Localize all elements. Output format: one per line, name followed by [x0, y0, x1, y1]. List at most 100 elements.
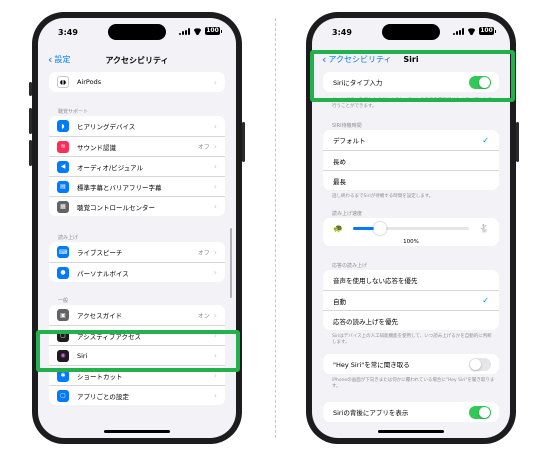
- airpods-group: ◖◗ AirPods ›: [49, 72, 225, 92]
- battery-level: 100: [206, 27, 219, 34]
- section-header-speaking-rate: 読み上げ速度: [332, 211, 363, 217]
- option-prefer-silent[interactable]: 音声を使用しない応答を優先: [323, 270, 499, 290]
- section-header-general: 一般: [58, 298, 69, 304]
- side-button: [242, 122, 245, 162]
- option-label: 自動: [333, 297, 346, 306]
- setting-hey-siri: "Hey Siri"を常に聞き取る: [323, 354, 499, 374]
- chevron-right-icon: ›: [213, 391, 217, 400]
- waveform-icon: ≋: [57, 140, 69, 153]
- phone-left: 3:49 100 ‹ 設定 アクセシビリティ ◖◗ AirPods › 聴覚サポー…: [29, 12, 245, 444]
- chevron-right-icon: ›: [213, 162, 217, 171]
- page-title: アクセシビリティ: [105, 56, 169, 65]
- highlight-type-to-siri: [310, 50, 515, 102]
- rabbit-icon: 🐇: [479, 224, 489, 233]
- section-header-speech: 読み上げ: [58, 235, 79, 241]
- hey-siri-toggle[interactable]: [469, 357, 491, 371]
- chevron-right-icon: ›: [213, 182, 217, 191]
- wifi-icon: [193, 28, 202, 35]
- list-item-label: AirPods: [77, 78, 102, 86]
- list-item-sound-recognition[interactable]: ≋ サウンド認識 オフ ›: [49, 136, 225, 156]
- option-default[interactable]: デフォルト ✓: [323, 130, 499, 150]
- checkmark-icon: ✓: [482, 296, 489, 305]
- turtle-icon: 🐢: [333, 224, 343, 233]
- list-item-value: オフ: [197, 249, 210, 257]
- setting-label: "Hey Siri"を常に聞き取る: [333, 361, 410, 369]
- list-item-label: 標準字幕とバリアフリー字幕: [77, 183, 162, 192]
- list-item-personal-voice[interactable]: ● パーソナルボイス ›: [49, 262, 225, 282]
- list-item-label: ライブスピーチ: [77, 249, 123, 257]
- section-header-responses: 応答の読み上げ: [332, 263, 368, 269]
- battery-icon: 100: [479, 27, 496, 35]
- speech-group: ⌨ ライブスピーチ オフ › ● パーソナルボイス ›: [49, 242, 225, 282]
- scroll-indicator[interactable]: [230, 228, 232, 298]
- action-button: [29, 82, 32, 96]
- home-indicator[interactable]: [104, 430, 170, 433]
- slider-thumb[interactable]: [373, 222, 387, 235]
- hey-siri-group: "Hey Siri"を常に聞き取る: [323, 354, 499, 374]
- section-header-pause-time: SIRI待機時間: [332, 123, 362, 129]
- lock-icon: ▣: [57, 309, 69, 321]
- hearing-group: ◗ ヒアリングデバイス › ≋ サウンド認識 オフ › ◀ オーディオ/ビジュア…: [49, 116, 225, 216]
- battery-icon: 100: [205, 27, 222, 35]
- pause-time-footer: 話し終わるまでSiriが待機する時間を設定します。: [332, 194, 434, 199]
- option-automatic[interactable]: 自動 ✓: [323, 290, 499, 310]
- list-item-hearing-devices[interactable]: ◗ ヒアリングデバイス ›: [49, 116, 225, 136]
- app-settings-icon: ▢: [57, 389, 69, 402]
- captions-icon: ▤: [57, 180, 69, 193]
- option-label: デフォルト: [333, 137, 366, 145]
- option-label: 音声を使用しない応答を優先: [333, 277, 418, 285]
- list-item-label: ヒアリングデバイス: [77, 123, 136, 131]
- chevron-right-icon: ›: [213, 121, 217, 131]
- list-item-label: オーディオ/ビジュアル: [77, 163, 144, 172]
- show-apps-toggle[interactable]: [469, 405, 491, 419]
- list-item-label: サウンド認識: [77, 143, 116, 152]
- list-item-label: アクセスガイド: [77, 312, 123, 320]
- chevron-right-icon: ›: [213, 202, 217, 211]
- status-time: 3:49: [58, 28, 78, 37]
- chevron-right-icon: ›: [213, 268, 217, 277]
- responses-group: 音声を使用しない応答を優先 自動 ✓ 応答の読み上げを優先: [323, 270, 499, 330]
- home-indicator[interactable]: [378, 430, 444, 433]
- show-apps-group: Siriの背後にアプリを表示: [323, 402, 499, 422]
- option-longer[interactable]: 長め: [323, 150, 499, 170]
- chevron-right-icon: ›: [213, 142, 217, 151]
- list-item-hearing-control-center[interactable]: ▦ 聴覚コントロールセンター ›: [49, 196, 225, 216]
- control-center-icon: ▦: [57, 200, 69, 213]
- slider-track: [353, 227, 469, 230]
- dynamic-island: [108, 24, 166, 40]
- nav-bar: ‹ 設定 アクセシビリティ: [38, 52, 236, 70]
- speaker-icon: ◀: [57, 160, 69, 173]
- list-item-value: オフ: [197, 144, 210, 151]
- option-prefer-spoken[interactable]: 応答の読み上げを優先: [323, 310, 499, 330]
- battery-level: 100: [480, 27, 493, 34]
- panel-divider: [275, 18, 276, 438]
- chevron-right-icon: ›: [213, 247, 217, 257]
- option-label: 最長: [333, 177, 346, 186]
- speaking-rate-slider[interactable]: 🐢 🐇 100%: [323, 218, 499, 246]
- speaking-rate-group: 🐢 🐇 100%: [323, 218, 499, 246]
- pause-time-group: デフォルト ✓ 長め 最長: [323, 130, 499, 190]
- option-label: 長め: [333, 157, 346, 166]
- person-voice-icon: ●: [57, 266, 69, 279]
- list-item-audio-visual[interactable]: ◀ オーディオ/ビジュアル ›: [49, 156, 225, 176]
- ear-icon: ◗: [57, 120, 69, 132]
- list-item-label: パーソナルボイス: [77, 269, 129, 278]
- list-item-live-speech[interactable]: ⌨ ライブスピーチ オフ ›: [49, 242, 225, 262]
- list-item-label: 聴覚コントロールセンター: [77, 203, 155, 212]
- list-item-captions[interactable]: ▤ 標準字幕とバリアフリー字幕 ›: [49, 176, 225, 196]
- list-item-per-app-settings[interactable]: ▢ アプリごとの設定 ›: [49, 385, 225, 405]
- airpods-icon: ◖◗: [57, 76, 69, 88]
- option-label: 応答の読み上げを優先: [333, 317, 398, 326]
- option-longest[interactable]: 最長: [323, 170, 499, 190]
- setting-show-apps: Siriの背後にアプリを表示: [323, 402, 499, 422]
- chevron-right-icon: ›: [213, 77, 217, 87]
- dynamic-island: [382, 24, 440, 40]
- hey-siri-footer: iPhoneの画面が下向きまたは何かに覆われている場合に"Hey Siri"を聞…: [332, 378, 495, 389]
- volume-down-button: [29, 140, 32, 166]
- setting-label: Siriの背後にアプリを表示: [333, 409, 409, 417]
- list-item-airpods[interactable]: ◖◗ AirPods ›: [49, 72, 225, 92]
- checkmark-icon: ✓: [482, 135, 489, 145]
- status-time: 3:49: [332, 28, 352, 37]
- highlight-siri-row: [36, 330, 240, 372]
- list-item-guided-access[interactable]: ▣ アクセスガイド オン ›: [49, 305, 225, 325]
